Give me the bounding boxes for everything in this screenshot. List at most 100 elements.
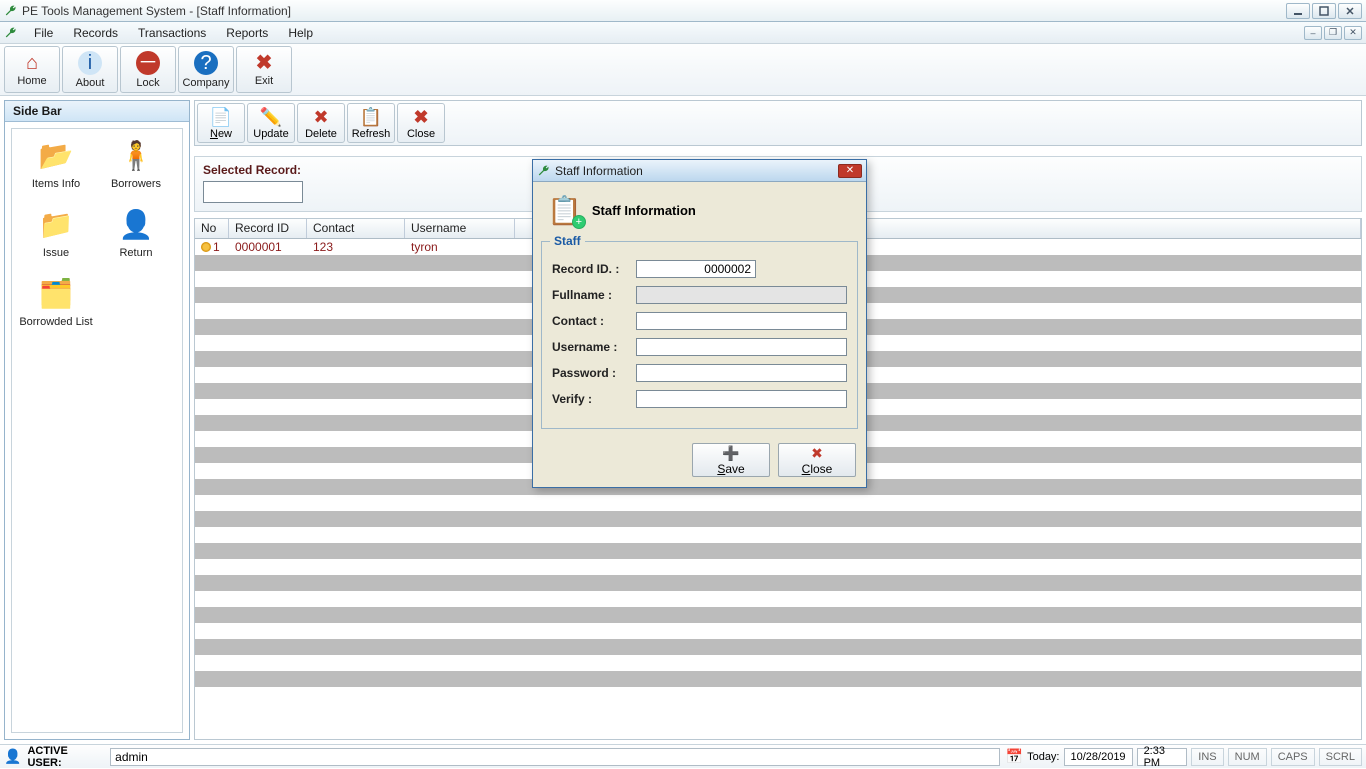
refresh-icon: 📋 [360,107,382,128]
sidebar-item-borrowers[interactable]: 🧍Borrowers [96,139,176,190]
new-icon: 📄 [210,107,232,128]
label-fullname: Fullname : [552,288,636,302]
statusbar: 👤 ACTIVE USER: 📅 Today: 10/28/2019 2:33 … [0,744,1366,768]
fieldset-legend: Staff [550,234,585,248]
row-indicator-icon [201,242,211,252]
table-row-empty [195,655,1361,671]
delete-button[interactable]: ✖Delete [297,103,345,143]
table-row-empty [195,527,1361,543]
sidebar-item-borrowed-list[interactable]: 🗂️Borrowded List [16,277,96,328]
close-button[interactable]: ✖Close [397,103,445,143]
sidebar: Side Bar 📂Items Info 🧍Borrowers 📁Issue 👤… [4,100,190,740]
person-list-icon: 🧍 [96,139,176,172]
menu-help[interactable]: Help [278,24,323,42]
folder-list-icon: 🗂️ [16,277,96,310]
window-titlebar: PE Tools Management System - [Staff Info… [0,0,1366,22]
update-button[interactable]: ✏️Update [247,103,295,143]
home-button[interactable]: ⌂Home [4,46,60,93]
indicator-ins: INS [1191,748,1223,766]
staff-dialog: Staff Information ✕ 📋+ Staff Information… [532,159,867,488]
label-contact: Contact : [552,314,636,328]
dialog-title: Staff Information [555,164,838,178]
table-row-empty [195,591,1361,607]
exit-button[interactable]: ✖Exit [236,46,292,93]
label-recid: Record ID. : [552,262,636,276]
sidebar-item-issue[interactable]: 📁Issue [16,208,96,259]
col-contact[interactable]: Contact [307,219,405,238]
dialog-header: Staff Information [592,203,696,218]
x-icon: ✖ [811,445,823,462]
close-x-icon: ✖ [256,53,273,73]
selected-record-input[interactable] [203,181,303,203]
input-username[interactable] [636,338,847,356]
window-title: PE Tools Management System - [Staff Info… [22,4,1286,18]
col-record-id[interactable]: Record ID [229,219,307,238]
status-date: 10/28/2019 [1064,748,1133,766]
mdi-close-button[interactable]: ✕ [1344,26,1362,40]
col-no[interactable]: No [195,219,229,238]
label-password: Password : [552,366,636,380]
info-icon: i [78,51,102,75]
close-icon: ✖ [413,107,428,128]
menu-records[interactable]: Records [63,24,128,42]
dialog-close-x[interactable]: ✕ [838,164,862,178]
window-minimize-button[interactable] [1286,3,1310,19]
window-close-button[interactable] [1338,3,1362,19]
content-area: 📄New ✏️Update ✖Delete 📋Refresh ✖Close Se… [194,100,1362,740]
input-contact[interactable] [636,312,847,330]
window-maximize-button[interactable] [1312,3,1336,19]
input-verify[interactable] [636,390,847,408]
dialog-close-button[interactable]: ✖Close [778,443,856,477]
company-button[interactable]: ?Company [178,46,234,93]
mdi-minimize-button[interactable]: – [1304,26,1322,40]
table-row-empty [195,575,1361,591]
indicator-scrl: SCRL [1319,748,1362,766]
delete-icon: ✖ [313,107,328,128]
about-button[interactable]: iAbout [62,46,118,93]
staff-fieldset: Staff Record ID. : Fullname : Contact : … [541,241,858,429]
edit-icon: ✏️ [260,107,282,128]
active-user-field [110,748,1000,766]
home-icon: ⌂ [26,53,38,73]
question-icon: ? [194,51,218,75]
table-row-empty [195,511,1361,527]
record-toolbar: 📄New ✏️Update ✖Delete 📋Refresh ✖Close [194,100,1362,146]
plus-circle-icon: ➕ [722,445,739,462]
indicator-caps: CAPS [1271,748,1315,766]
new-button[interactable]: 📄New [197,103,245,143]
menu-transactions[interactable]: Transactions [128,24,216,42]
menubar: File Records Transactions Reports Help –… [0,22,1366,44]
app-icon [4,4,18,18]
table-row-empty [195,495,1361,511]
clipboard-add-icon: 📋+ [547,194,582,227]
input-recid[interactable] [636,260,756,278]
col-username[interactable]: Username [405,219,515,238]
refresh-button[interactable]: 📋Refresh [347,103,395,143]
menubar-icon [4,26,18,40]
dialog-save-button[interactable]: ➕Save [692,443,770,477]
input-fullname[interactable] [636,286,847,304]
input-password[interactable] [636,364,847,382]
sidebar-item-return[interactable]: 👤Return [96,208,176,259]
main-toolbar: ⌂Home iAbout －Lock ?Company ✖Exit [0,44,1366,96]
sidebar-item-items-info[interactable]: 📂Items Info [16,139,96,190]
menu-reports[interactable]: Reports [216,24,278,42]
dialog-app-icon [537,164,551,178]
lock-button[interactable]: －Lock [120,46,176,93]
active-user-label: ACTIVE USER: [27,745,104,769]
label-verify: Verify : [552,392,636,406]
calendar-icon: 📅 [1006,748,1023,765]
menu-file[interactable]: File [24,24,63,42]
status-time: 2:33 PM [1137,748,1188,766]
sidebar-title: Side Bar [5,101,189,122]
dialog-titlebar[interactable]: Staff Information ✕ [533,160,866,182]
table-row-empty [195,623,1361,639]
table-row-empty [195,607,1361,623]
user-icon: 👤 [4,748,21,765]
table-row-empty [195,639,1361,655]
person-return-icon: 👤 [96,208,176,241]
table-row-empty [195,559,1361,575]
table-row-empty [195,543,1361,559]
folder-out-icon: 📁 [16,208,96,241]
mdi-restore-button[interactable]: ❐ [1324,26,1342,40]
